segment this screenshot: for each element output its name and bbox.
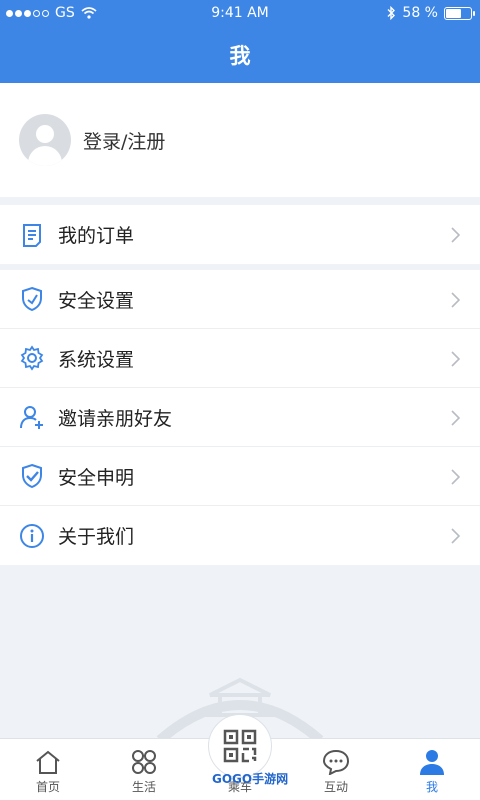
order-list-icon xyxy=(18,221,46,249)
menu-item-about-us[interactable]: 关于我们 xyxy=(0,506,480,565)
chevron-right-icon xyxy=(451,410,460,426)
header: GS 9:41 AM 58 % 我 xyxy=(0,0,480,83)
menu-label: 系统设置 xyxy=(58,348,135,371)
tab-label: 我 xyxy=(425,780,438,794)
qr-code-icon xyxy=(223,729,257,763)
login-register-link[interactable]: 登录/注册 xyxy=(83,127,165,154)
battery-percent: 58 % xyxy=(402,5,438,21)
tab-me[interactable]: 我 xyxy=(384,739,480,800)
menu-label: 关于我们 xyxy=(58,526,135,548)
avatar[interactable] xyxy=(19,114,71,166)
tab-life[interactable]: 生活 xyxy=(96,739,192,800)
chevron-right-icon xyxy=(451,227,460,243)
menu-label: 安全申明 xyxy=(58,466,135,489)
tab-label: 生活 xyxy=(131,780,156,794)
menu-label: 安全设置 xyxy=(58,289,135,312)
info-icon xyxy=(18,522,46,550)
add-user-icon xyxy=(18,403,46,431)
menu-label: 我的订单 xyxy=(58,225,135,247)
battery-icon xyxy=(444,6,475,20)
shield-icon xyxy=(18,285,46,313)
status-bar: GS 9:41 AM 58 % xyxy=(0,0,480,28)
tab-label: 首页 xyxy=(35,780,60,794)
chevron-right-icon xyxy=(451,528,460,544)
watermark-logo: GOGO手游网 xyxy=(212,772,289,786)
chevron-right-icon xyxy=(451,351,460,367)
gear-icon xyxy=(18,344,46,372)
home-icon xyxy=(36,750,60,774)
tab-label: 互动 xyxy=(323,780,348,794)
shield-check-icon xyxy=(18,462,46,490)
menu-item-system-settings[interactable]: 系统设置 xyxy=(0,329,480,388)
grid-icon xyxy=(132,750,156,774)
menu-item-security-statement[interactable]: 安全申明 xyxy=(0,447,480,506)
profile-section[interactable]: 登录/注册 xyxy=(0,83,480,197)
menu-group-orders: 我的订单 xyxy=(0,205,480,264)
menu-label: 邀请亲朋好友 xyxy=(58,407,173,430)
chevron-right-icon xyxy=(451,292,460,308)
menu-group-settings: 安全设置 系统设置 邀请亲朋好友 安全申明 关于我们 xyxy=(0,270,480,565)
scan-button[interactable] xyxy=(208,714,272,778)
menu-item-security-settings[interactable]: 安全设置 xyxy=(0,270,480,329)
page-title: 我 xyxy=(229,44,251,68)
tab-home[interactable]: 首页 xyxy=(0,739,96,800)
menu-item-invite-friends[interactable]: 邀请亲朋好友 xyxy=(0,388,480,447)
chevron-right-icon xyxy=(451,469,460,485)
user-icon xyxy=(420,750,444,775)
tab-interact[interactable]: 互动 xyxy=(288,739,384,800)
menu-item-orders[interactable]: 我的订单 xyxy=(0,205,480,264)
chat-icon xyxy=(322,749,350,775)
bluetooth-icon xyxy=(387,6,396,20)
